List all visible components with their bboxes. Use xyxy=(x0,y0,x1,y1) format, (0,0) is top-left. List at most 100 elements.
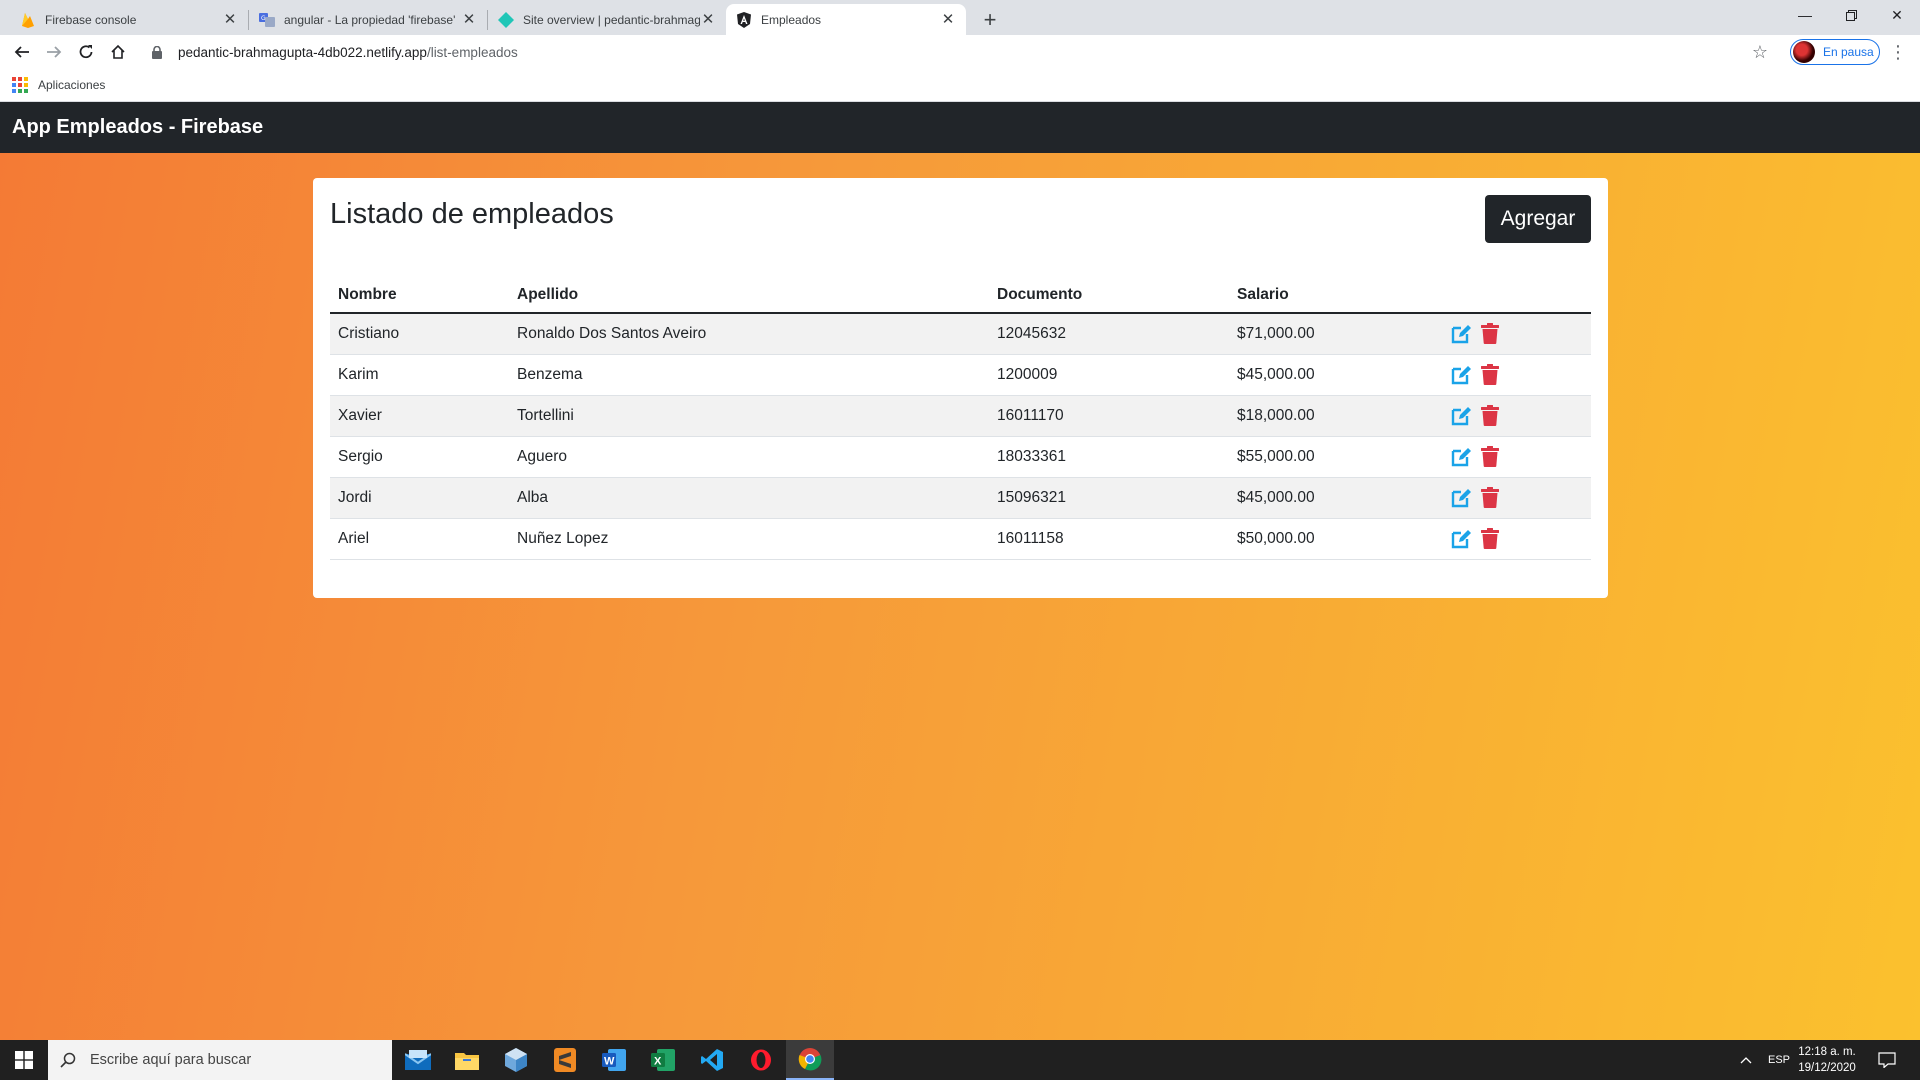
cell-actions xyxy=(1441,313,1591,355)
edit-employee-button[interactable] xyxy=(1449,405,1472,427)
table-row: Xavier Tortellini 16011170 $18,000.00 xyxy=(330,395,1591,437)
browser-toolbar: pedantic-brahmagupta-4db022.netlify.app /… xyxy=(0,35,1920,69)
reload-button[interactable] xyxy=(72,38,100,66)
edit-icon xyxy=(1451,447,1471,466)
table-row: Jordi Alba 15096321 $45,000.00 xyxy=(330,477,1591,519)
star-icon: ☆ xyxy=(1751,41,1769,62)
svg-text:X: X xyxy=(654,1056,662,1068)
row-actions xyxy=(1449,323,1583,345)
add-employee-button[interactable]: Agregar xyxy=(1485,195,1591,243)
cell-documento: 18033361 xyxy=(989,436,1229,478)
bookmark-apps[interactable]: Aplicaciones xyxy=(12,77,105,93)
restore-icon xyxy=(1845,9,1857,21)
taskbar-vscode[interactable] xyxy=(688,1040,736,1080)
taskbar-chrome[interactable] xyxy=(786,1040,834,1080)
folder-icon xyxy=(455,1053,479,1070)
close-tab-icon[interactable]: ✕ xyxy=(222,11,238,28)
address-bar[interactable]: pedantic-brahmagupta-4db022.netlify.app /… xyxy=(142,38,1779,66)
close-tab-icon[interactable]: ✕ xyxy=(940,11,956,28)
edit-employee-button[interactable] xyxy=(1449,364,1472,386)
edit-employee-button[interactable] xyxy=(1449,528,1472,550)
edit-icon xyxy=(1451,406,1471,425)
delete-employee-button[interactable] xyxy=(1478,446,1501,468)
edit-employee-button[interactable] xyxy=(1449,446,1472,468)
cell-salario: $71,000.00 xyxy=(1229,313,1441,355)
arrow-left-icon xyxy=(14,46,29,58)
page-title: Listado de empleados xyxy=(330,198,614,230)
back-button[interactable] xyxy=(8,38,36,66)
page-viewport: App Empleados - Firebase Listado de empl… xyxy=(0,102,1920,1040)
trash-icon xyxy=(1480,405,1499,426)
taskbar-sublime-text[interactable] xyxy=(541,1040,589,1080)
delete-employee-button[interactable] xyxy=(1478,405,1501,427)
taskbar-opera[interactable] xyxy=(737,1040,785,1080)
tray-language[interactable]: ESP xyxy=(1768,1040,1790,1080)
cell-salario: $18,000.00 xyxy=(1229,395,1441,437)
navbar-brand[interactable]: App Empleados - Firebase xyxy=(12,116,263,139)
angular-icon xyxy=(736,11,752,28)
close-window-button[interactable]: ✕ xyxy=(1874,0,1920,30)
taskbar-file-explorer[interactable] xyxy=(443,1040,491,1080)
delete-employee-button[interactable] xyxy=(1478,487,1501,509)
cell-nombre: Sergio xyxy=(330,436,509,478)
new-tab-button[interactable]: + xyxy=(976,6,1004,34)
column-header-apellido: Apellido xyxy=(509,277,989,314)
edit-employee-button[interactable] xyxy=(1449,487,1472,509)
taskbar-clock[interactable]: 12:18 a. m. 19/12/2020 xyxy=(1790,1044,1864,1076)
sublime-icon xyxy=(554,1048,576,1072)
edit-employee-button[interactable] xyxy=(1449,323,1472,345)
cell-actions xyxy=(1441,518,1591,560)
home-button[interactable] xyxy=(104,38,132,66)
notifications-button[interactable] xyxy=(1878,1040,1896,1080)
bookmark-star-button[interactable]: ☆ xyxy=(1746,38,1774,66)
arrow-right-icon xyxy=(47,46,62,58)
forward-button[interactable] xyxy=(40,38,68,66)
tab-netlify-site[interactable]: Site overview | pedantic-brahmag ✕ xyxy=(488,4,726,35)
cell-documento: 16011158 xyxy=(989,518,1229,560)
taskbar-excel[interactable]: X xyxy=(639,1040,687,1080)
tab-angular-question[interactable]: G angular - La propiedad 'firebase' ✕ xyxy=(249,4,487,35)
column-header-documento: Documento xyxy=(989,277,1229,314)
taskbar-word[interactable]: W xyxy=(590,1040,638,1080)
minimize-button[interactable]: — xyxy=(1782,0,1828,30)
table-row: Karim Benzema 1200009 $45,000.00 xyxy=(330,354,1591,396)
taskbar-search-input[interactable]: Escribe aquí para buscar xyxy=(48,1040,392,1080)
tab-empleados[interactable]: Empleados ✕ xyxy=(726,4,966,35)
employees-table: Nombre Apellido Documento Salario Cristi… xyxy=(330,277,1591,560)
taskbar-3d-app[interactable] xyxy=(492,1040,540,1080)
mail-icon xyxy=(405,1050,431,1070)
windows-taskbar: Escribe aquí para buscar W X ESP 12:18 a… xyxy=(0,1040,1920,1080)
row-actions xyxy=(1449,528,1583,550)
more-vert-icon: ⋮ xyxy=(1889,41,1907,62)
delete-employee-button[interactable] xyxy=(1478,323,1501,345)
taskbar-mail[interactable] xyxy=(394,1040,442,1080)
cell-documento: 16011170 xyxy=(989,395,1229,437)
cell-documento: 12045632 xyxy=(989,313,1229,355)
cell-documento: 1200009 xyxy=(989,354,1229,396)
row-actions xyxy=(1449,487,1583,509)
trash-icon xyxy=(1480,446,1499,467)
avatar xyxy=(1793,41,1815,63)
cell-nombre: Xavier xyxy=(330,395,509,437)
edit-icon xyxy=(1451,324,1471,343)
excel-icon: X xyxy=(651,1049,675,1071)
cell-nombre: Cristiano xyxy=(330,313,509,355)
restore-button[interactable] xyxy=(1828,0,1874,30)
table-row: Ariel Nuñez Lopez 16011158 $50,000.00 xyxy=(330,518,1591,560)
delete-employee-button[interactable] xyxy=(1478,364,1501,386)
close-tab-icon[interactable]: ✕ xyxy=(700,11,716,28)
tray-show-hidden-button[interactable] xyxy=(1740,1040,1752,1080)
column-header-nombre: Nombre xyxy=(330,277,509,314)
cell-nombre: Karim xyxy=(330,354,509,396)
cell-actions xyxy=(1441,354,1591,396)
delete-employee-button[interactable] xyxy=(1478,528,1501,550)
close-tab-icon[interactable]: ✕ xyxy=(461,11,477,28)
browser-menu-button[interactable]: ⋮ xyxy=(1888,38,1908,66)
trash-icon xyxy=(1480,487,1499,508)
profile-button[interactable]: En pausa xyxy=(1790,39,1880,65)
tab-firebase-console[interactable]: Firebase console ✕ xyxy=(10,4,248,35)
start-button[interactable] xyxy=(0,1040,48,1080)
search-icon xyxy=(60,1051,78,1069)
cell-actions xyxy=(1441,395,1591,437)
chrome-icon xyxy=(798,1048,822,1071)
